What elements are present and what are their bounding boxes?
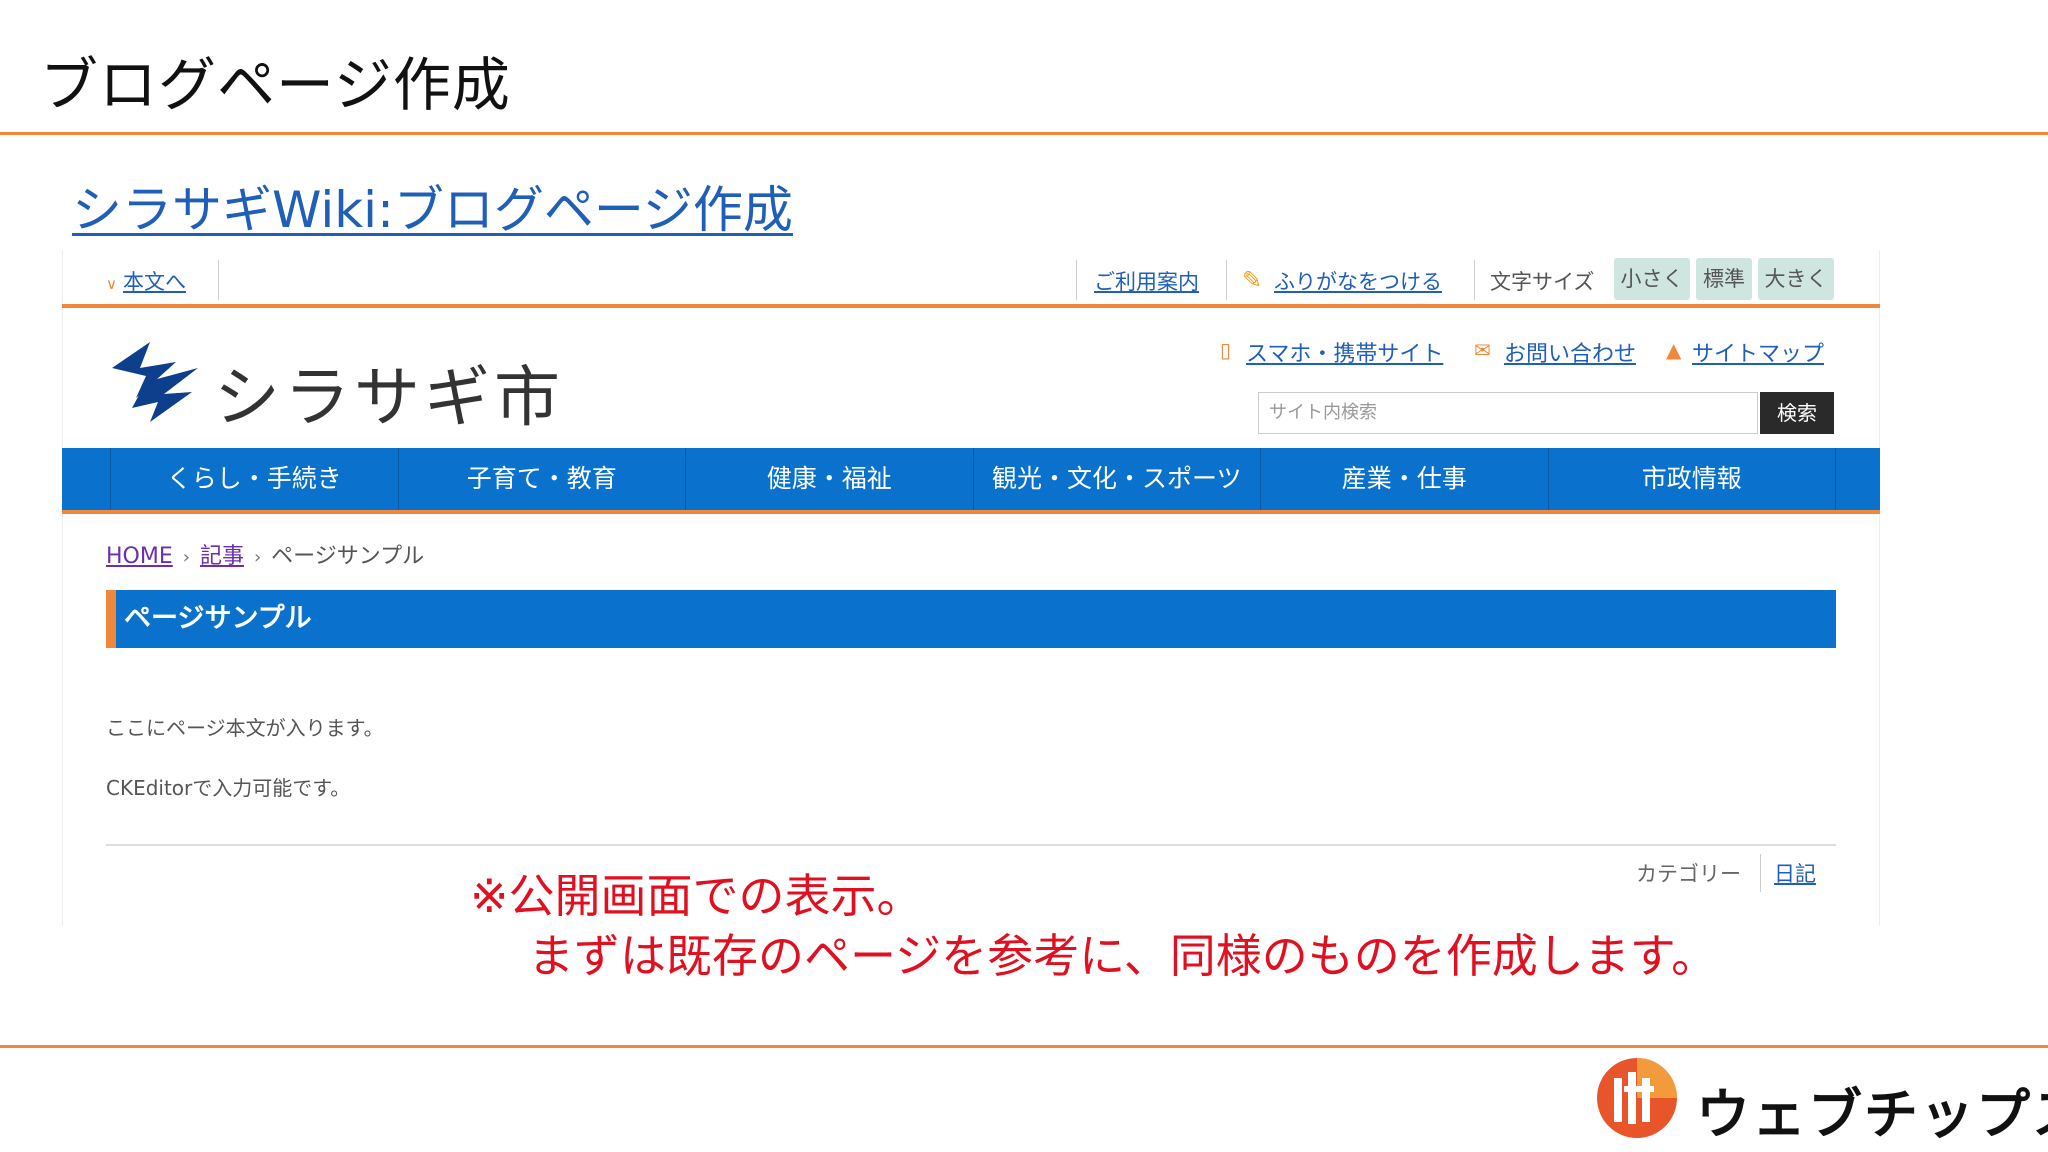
font-small-button[interactable]: 小さく bbox=[1614, 258, 1690, 300]
annotation-line-1: ※公開画面での表示。 bbox=[470, 869, 923, 923]
font-large-button[interactable]: 大きく bbox=[1758, 258, 1834, 300]
chevron-down-icon: ∨ bbox=[106, 275, 117, 293]
breadcrumb-home[interactable]: HOME bbox=[106, 544, 173, 569]
company-logo-icon bbox=[1597, 1058, 1677, 1138]
usage-guide-link[interactable]: ご利用案内 bbox=[1094, 266, 1199, 296]
city-logo-text[interactable]: シラサギ市 bbox=[214, 344, 564, 440]
nav-item-tourism[interactable]: 観光・文化・スポーツ bbox=[972, 448, 1261, 510]
nav-item-childcare[interactable]: 子育て・教育 bbox=[397, 448, 686, 510]
mobile-site-link[interactable]: スマホ・携帯サイト bbox=[1246, 336, 1443, 368]
slide-title: ブログページ作成 bbox=[40, 51, 511, 119]
body-paragraph: ここにページ本文が入ります。 bbox=[106, 716, 384, 740]
utility-bar: ∨ 本文へ ご利用案内 ✎ ふりがなをつける 文字サイズ 小さく 標準 大きく bbox=[62, 250, 1880, 308]
city-logo-icon[interactable] bbox=[106, 338, 206, 424]
company-name: ウェブチップス bbox=[1696, 1083, 2048, 1146]
content-divider bbox=[106, 844, 1836, 846]
mail-icon: ✉ bbox=[1474, 338, 1491, 362]
site-screenshot: ∨ 本文へ ご利用案内 ✎ ふりがなをつける 文字サイズ 小さく 標準 大きく シ… bbox=[62, 250, 1880, 926]
annotation-line-2: まずは既存のページを参考に、同様のものを作成します。 bbox=[528, 929, 1718, 983]
wiki-page-link[interactable]: シラサギWiki:ブログページ作成 bbox=[72, 170, 793, 242]
contact-link[interactable]: お問い合わせ bbox=[1504, 336, 1636, 368]
nav-item-living[interactable]: くらし・手続き bbox=[110, 448, 398, 510]
furigana-link[interactable]: ふりがなをつける bbox=[1274, 266, 1442, 296]
font-standard-button[interactable]: 標準 bbox=[1696, 258, 1752, 300]
sitemap-link[interactable]: サイトマップ bbox=[1692, 336, 1824, 368]
mobile-icon: ▯ bbox=[1220, 338, 1232, 362]
font-size-label: 文字サイズ bbox=[1490, 270, 1595, 294]
nav-item-industry[interactable]: 産業・仕事 bbox=[1260, 448, 1548, 510]
breadcrumb-current: ページサンプル bbox=[271, 544, 425, 569]
category-link[interactable]: 日記 bbox=[1774, 858, 1816, 888]
nav-item-health[interactable]: 健康・福祉 bbox=[685, 448, 973, 510]
site-search-input[interactable]: サイト内検索 bbox=[1258, 392, 1758, 434]
chevron-right-icon: › bbox=[253, 547, 262, 568]
top-divider bbox=[0, 132, 2048, 135]
body-paragraph: CKEditorで入力可能です。 bbox=[106, 776, 351, 800]
breadcrumb: HOME › 記事 › ページサンプル bbox=[106, 538, 424, 570]
page-heading: ページサンプル bbox=[106, 590, 1836, 648]
category-label: カテゴリー bbox=[1636, 862, 1741, 886]
skip-to-content-link[interactable]: ∨ 本文へ bbox=[106, 266, 186, 296]
sitemap-icon: ▲ bbox=[1666, 338, 1682, 362]
search-button[interactable]: 検索 bbox=[1760, 392, 1834, 434]
bottom-divider bbox=[0, 1045, 2048, 1048]
breadcrumb-articles[interactable]: 記事 bbox=[200, 544, 244, 569]
pencil-icon: ✎ bbox=[1242, 266, 1263, 294]
nav-item-city-info[interactable]: 市政情報 bbox=[1547, 448, 1836, 510]
global-nav: くらし・手続き 子育て・教育 健康・福祉 観光・文化・スポーツ 産業・仕事 市政… bbox=[62, 448, 1880, 514]
chevron-right-icon: › bbox=[182, 547, 190, 568]
